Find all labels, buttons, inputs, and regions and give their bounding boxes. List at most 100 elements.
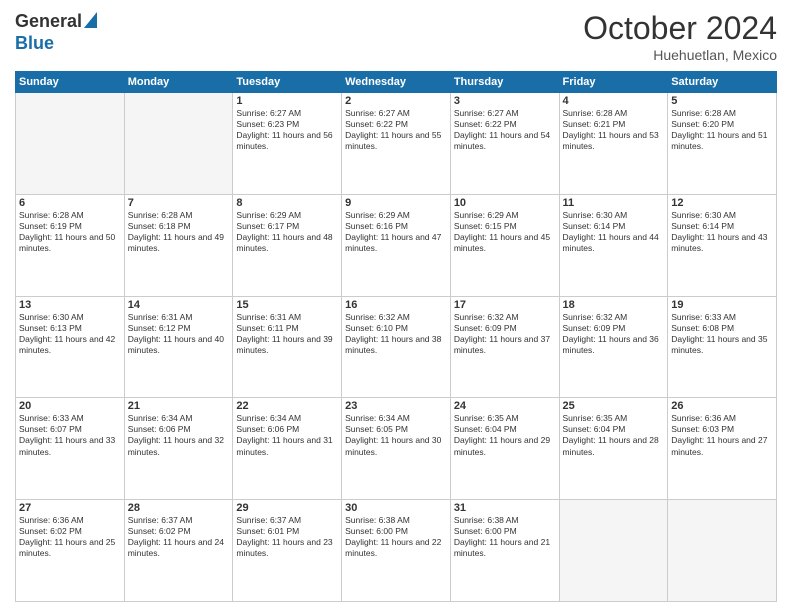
day-number: 4: [563, 95, 665, 107]
table-row: 23Sunrise: 6:34 AMSunset: 6:05 PMDayligh…: [342, 398, 451, 500]
table-row: 11Sunrise: 6:30 AMSunset: 6:14 PMDayligh…: [559, 194, 668, 296]
table-row: 8Sunrise: 6:29 AMSunset: 6:17 PMDaylight…: [233, 194, 342, 296]
table-row: 3Sunrise: 6:27 AMSunset: 6:22 PMDaylight…: [450, 93, 559, 195]
cell-info: Sunrise: 6:34 AMSunset: 6:05 PMDaylight:…: [345, 413, 447, 457]
day-number: 31: [454, 502, 556, 514]
table-row: 31Sunrise: 6:38 AMSunset: 6:00 PMDayligh…: [450, 500, 559, 602]
table-row: 15Sunrise: 6:31 AMSunset: 6:11 PMDayligh…: [233, 296, 342, 398]
table-row: 5Sunrise: 6:28 AMSunset: 6:20 PMDaylight…: [668, 93, 777, 195]
col-friday: Friday: [559, 72, 668, 93]
table-row: 30Sunrise: 6:38 AMSunset: 6:00 PMDayligh…: [342, 500, 451, 602]
day-number: 21: [128, 400, 230, 412]
cell-info: Sunrise: 6:36 AMSunset: 6:02 PMDaylight:…: [19, 515, 121, 559]
day-number: 9: [345, 197, 447, 209]
cell-info: Sunrise: 6:32 AMSunset: 6:09 PMDaylight:…: [454, 312, 556, 356]
cell-info: Sunrise: 6:30 AMSunset: 6:14 PMDaylight:…: [563, 210, 665, 254]
table-row: 19Sunrise: 6:33 AMSunset: 6:08 PMDayligh…: [668, 296, 777, 398]
cell-info: Sunrise: 6:35 AMSunset: 6:04 PMDaylight:…: [454, 413, 556, 457]
cell-info: Sunrise: 6:34 AMSunset: 6:06 PMDaylight:…: [236, 413, 338, 457]
logo-triangle-icon: [84, 12, 97, 33]
cell-info: Sunrise: 6:29 AMSunset: 6:16 PMDaylight:…: [345, 210, 447, 254]
cell-info: Sunrise: 6:30 AMSunset: 6:13 PMDaylight:…: [19, 312, 121, 356]
cell-info: Sunrise: 6:33 AMSunset: 6:07 PMDaylight:…: [19, 413, 121, 457]
table-row: 27Sunrise: 6:36 AMSunset: 6:02 PMDayligh…: [16, 500, 125, 602]
calendar-week-row: 6Sunrise: 6:28 AMSunset: 6:19 PMDaylight…: [16, 194, 777, 296]
day-number: 24: [454, 400, 556, 412]
day-number: 15: [236, 299, 338, 311]
table-row: 22Sunrise: 6:34 AMSunset: 6:06 PMDayligh…: [233, 398, 342, 500]
cell-info: Sunrise: 6:29 AMSunset: 6:17 PMDaylight:…: [236, 210, 338, 254]
day-number: 28: [128, 502, 230, 514]
cell-info: Sunrise: 6:27 AMSunset: 6:22 PMDaylight:…: [454, 108, 556, 152]
table-row: [559, 500, 668, 602]
header: General Blue October 2024 Huehuetlan, Me…: [15, 10, 777, 63]
cell-info: Sunrise: 6:35 AMSunset: 6:04 PMDaylight:…: [563, 413, 665, 457]
table-row: 24Sunrise: 6:35 AMSunset: 6:04 PMDayligh…: [450, 398, 559, 500]
cell-info: Sunrise: 6:34 AMSunset: 6:06 PMDaylight:…: [128, 413, 230, 457]
table-row: 28Sunrise: 6:37 AMSunset: 6:02 PMDayligh…: [124, 500, 233, 602]
table-row: 14Sunrise: 6:31 AMSunset: 6:12 PMDayligh…: [124, 296, 233, 398]
table-row: 16Sunrise: 6:32 AMSunset: 6:10 PMDayligh…: [342, 296, 451, 398]
col-sunday: Sunday: [16, 72, 125, 93]
cell-info: Sunrise: 6:37 AMSunset: 6:01 PMDaylight:…: [236, 515, 338, 559]
table-row: 2Sunrise: 6:27 AMSunset: 6:22 PMDaylight…: [342, 93, 451, 195]
calendar-week-row: 27Sunrise: 6:36 AMSunset: 6:02 PMDayligh…: [16, 500, 777, 602]
col-tuesday: Tuesday: [233, 72, 342, 93]
cell-info: Sunrise: 6:28 AMSunset: 6:18 PMDaylight:…: [128, 210, 230, 254]
day-number: 2: [345, 95, 447, 107]
table-row: 4Sunrise: 6:28 AMSunset: 6:21 PMDaylight…: [559, 93, 668, 195]
calendar-table: Sunday Monday Tuesday Wednesday Thursday…: [15, 71, 777, 602]
cell-info: Sunrise: 6:38 AMSunset: 6:00 PMDaylight:…: [454, 515, 556, 559]
day-number: 6: [19, 197, 121, 209]
table-row: 1Sunrise: 6:27 AMSunset: 6:23 PMDaylight…: [233, 93, 342, 195]
cell-info: Sunrise: 6:33 AMSunset: 6:08 PMDaylight:…: [671, 312, 773, 356]
day-number: 5: [671, 95, 773, 107]
calendar-week-row: 1Sunrise: 6:27 AMSunset: 6:23 PMDaylight…: [16, 93, 777, 195]
cell-info: Sunrise: 6:38 AMSunset: 6:00 PMDaylight:…: [345, 515, 447, 559]
day-number: 10: [454, 197, 556, 209]
day-number: 27: [19, 502, 121, 514]
calendar-week-row: 20Sunrise: 6:33 AMSunset: 6:07 PMDayligh…: [16, 398, 777, 500]
table-row: 7Sunrise: 6:28 AMSunset: 6:18 PMDaylight…: [124, 194, 233, 296]
cell-info: Sunrise: 6:31 AMSunset: 6:12 PMDaylight:…: [128, 312, 230, 356]
table-row: 21Sunrise: 6:34 AMSunset: 6:06 PMDayligh…: [124, 398, 233, 500]
table-row: 10Sunrise: 6:29 AMSunset: 6:15 PMDayligh…: [450, 194, 559, 296]
table-row: [124, 93, 233, 195]
page: General Blue October 2024 Huehuetlan, Me…: [0, 0, 792, 612]
title-area: October 2024 Huehuetlan, Mexico: [583, 10, 777, 63]
day-number: 25: [563, 400, 665, 412]
calendar-header-row: Sunday Monday Tuesday Wednesday Thursday…: [16, 72, 777, 93]
logo-blue: Blue: [15, 33, 54, 53]
cell-info: Sunrise: 6:37 AMSunset: 6:02 PMDaylight:…: [128, 515, 230, 559]
day-number: 7: [128, 197, 230, 209]
day-number: 1: [236, 95, 338, 107]
table-row: 25Sunrise: 6:35 AMSunset: 6:04 PMDayligh…: [559, 398, 668, 500]
day-number: 23: [345, 400, 447, 412]
table-row: 29Sunrise: 6:37 AMSunset: 6:01 PMDayligh…: [233, 500, 342, 602]
cell-info: Sunrise: 6:31 AMSunset: 6:11 PMDaylight:…: [236, 312, 338, 356]
day-number: 22: [236, 400, 338, 412]
month-title: October 2024: [583, 10, 777, 47]
col-monday: Monday: [124, 72, 233, 93]
day-number: 13: [19, 299, 121, 311]
cell-info: Sunrise: 6:27 AMSunset: 6:22 PMDaylight:…: [345, 108, 447, 152]
day-number: 3: [454, 95, 556, 107]
day-number: 14: [128, 299, 230, 311]
day-number: 8: [236, 197, 338, 209]
cell-info: Sunrise: 6:28 AMSunset: 6:20 PMDaylight:…: [671, 108, 773, 152]
day-number: 29: [236, 502, 338, 514]
day-number: 20: [19, 400, 121, 412]
table-row: 9Sunrise: 6:29 AMSunset: 6:16 PMDaylight…: [342, 194, 451, 296]
table-row: 12Sunrise: 6:30 AMSunset: 6:14 PMDayligh…: [668, 194, 777, 296]
cell-info: Sunrise: 6:36 AMSunset: 6:03 PMDaylight:…: [671, 413, 773, 457]
logo: General Blue: [15, 10, 97, 54]
cell-info: Sunrise: 6:32 AMSunset: 6:10 PMDaylight:…: [345, 312, 447, 356]
table-row: [16, 93, 125, 195]
cell-info: Sunrise: 6:28 AMSunset: 6:21 PMDaylight:…: [563, 108, 665, 152]
cell-info: Sunrise: 6:27 AMSunset: 6:23 PMDaylight:…: [236, 108, 338, 152]
table-row: 13Sunrise: 6:30 AMSunset: 6:13 PMDayligh…: [16, 296, 125, 398]
day-number: 30: [345, 502, 447, 514]
table-row: [668, 500, 777, 602]
table-row: 17Sunrise: 6:32 AMSunset: 6:09 PMDayligh…: [450, 296, 559, 398]
day-number: 18: [563, 299, 665, 311]
